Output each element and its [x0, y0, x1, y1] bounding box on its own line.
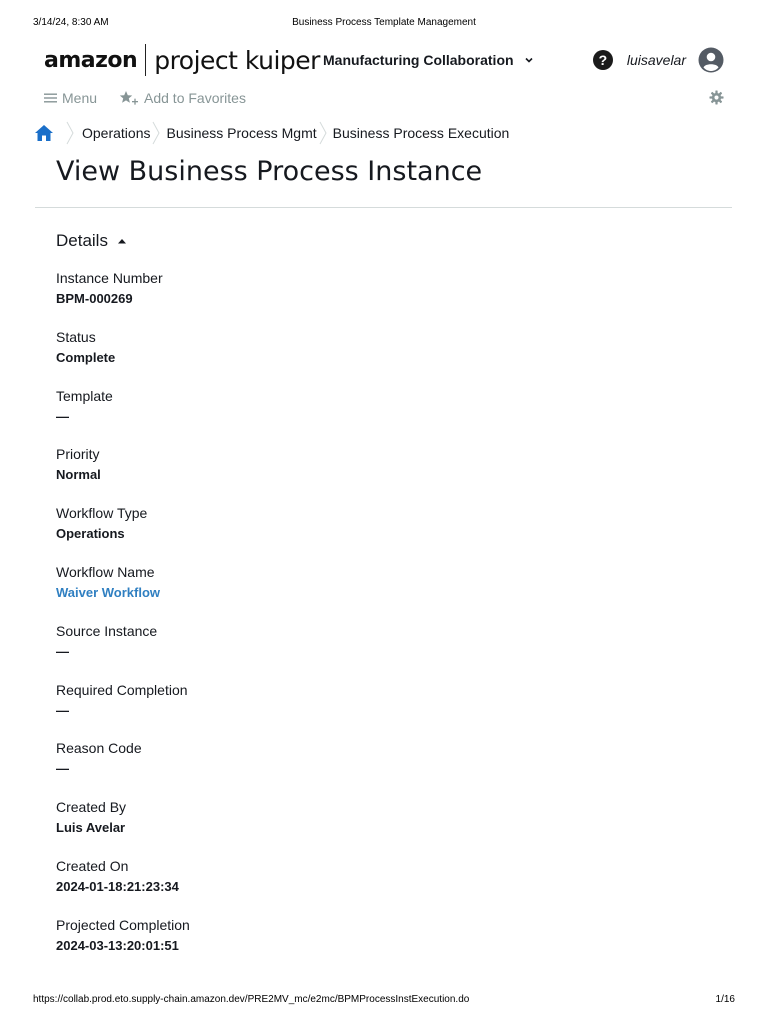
field-created-on: Created On 2024-01-18:21:23:34 — [56, 856, 456, 915]
print-title: Business Process Template Management — [292, 17, 476, 28]
star-plus-icon — [119, 91, 138, 105]
print-page-number: 1/16 — [715, 994, 735, 1005]
field-value: Operations — [56, 526, 125, 542]
amazon-project-kuiper-logo[interactable]: amazon project kuiper — [44, 40, 320, 80]
field-value: BPM-000269 — [56, 291, 133, 306]
field-reason-code: Reason Code — — [56, 738, 456, 797]
field-workflow-type: Workflow Type Operations — [56, 503, 456, 562]
field-label: Reason Code — [56, 740, 142, 757]
field-value: — — [56, 761, 69, 777]
home-icon[interactable] — [34, 124, 54, 142]
logo-amazon-text: amazon — [44, 47, 138, 73]
title-divider — [35, 207, 732, 208]
logo-divider — [145, 44, 147, 76]
field-workflow-name: Workflow Name Waiver Workflow — [56, 562, 456, 621]
breadcrumb-item-business-process-mgmt[interactable]: Business Process Mgmt — [166, 125, 316, 141]
favorites-label: Add to Favorites — [144, 90, 246, 106]
print-header: 3/14/24, 8:30 AM Business Process Templa… — [33, 17, 735, 31]
field-label: Created By — [56, 799, 127, 816]
question-circle-icon[interactable]: ? — [592, 50, 613, 70]
gear-icon[interactable] — [709, 90, 724, 105]
field-value: Complete — [56, 349, 116, 365]
field-label: Workflow Name — [56, 563, 155, 580]
field-template: Template — — [56, 386, 456, 445]
breadcrumb-separator-icon — [319, 121, 327, 145]
add-to-favorites-button[interactable]: Add to Favorites — [119, 86, 246, 110]
workflow-name-link[interactable]: Waiver Workflow — [56, 582, 456, 604]
field-label: Template — [56, 387, 113, 404]
menu-label: Menu — [62, 90, 98, 106]
user-area: ? luisavelar — [592, 40, 724, 80]
field-required-completion: Required Completion — — [56, 680, 456, 739]
field-label: Projected Completion — [56, 916, 190, 933]
username[interactable]: luisavelar — [627, 52, 686, 68]
field-label: Created On — [56, 857, 129, 874]
caret-up-icon — [117, 239, 126, 244]
page-title: View Business Process Instance — [56, 156, 483, 187]
field-label: Required Completion — [56, 681, 188, 698]
field-label: Instance Number — [56, 270, 163, 286]
field-label: Workflow Type — [56, 505, 148, 522]
breadcrumb-item-business-process-execution[interactable]: Business Process Execution — [333, 125, 510, 141]
field-status: Status Complete — [56, 327, 456, 386]
field-value: 2024-03-13:20:01:51 — [56, 937, 179, 953]
logo-product-text: project kuiper — [154, 45, 320, 75]
details-field-list: Instance Number BPM-000269 Status Comple… — [56, 268, 456, 974]
field-label: Source Instance — [56, 622, 158, 639]
breadcrumb: Operations Business Process Mgmt Busines… — [34, 120, 509, 146]
secondary-toolbar: Menu Add to Favorites — [44, 86, 724, 110]
field-priority: Priority Normal — [56, 444, 456, 503]
field-value: — — [56, 643, 69, 659]
field-value: — — [56, 702, 69, 718]
print-url: https://collab.prod.eto.supply-chain.ama… — [33, 994, 470, 1005]
user-circle-icon[interactable] — [698, 47, 724, 73]
breadcrumb-separator-icon — [66, 121, 74, 145]
field-source-instance: Source Instance — — [56, 621, 456, 680]
field-instance-number: Instance Number BPM-000269 — [56, 268, 456, 327]
details-section-title: Details — [56, 231, 108, 250]
print-footer: https://collab.prod.eto.supply-chain.ama… — [33, 994, 735, 1008]
field-projected-completion: Projected Completion 2024-03-13:20:01:51 — [56, 915, 456, 974]
breadcrumb-item-operations[interactable]: Operations — [82, 125, 150, 141]
field-label: Status — [56, 328, 96, 345]
details-section-toggle[interactable]: Details — [56, 229, 127, 253]
breadcrumb-separator-icon — [153, 121, 161, 145]
field-value: — — [56, 408, 69, 424]
field-label: Priority — [56, 446, 100, 463]
menu-button[interactable]: Menu — [44, 86, 97, 110]
field-created-by: Created By Luis Avelar — [56, 797, 456, 856]
top-navigation-bar: amazon project kuiper Manufacturing Coll… — [44, 40, 724, 80]
project-selector-dropdown[interactable]: Manufacturing Collaboration — [323, 40, 534, 80]
field-value: 2024-01-18:21:23:34 — [56, 878, 179, 894]
field-value: Luis Avelar — [56, 820, 126, 836]
hamburger-icon — [44, 93, 57, 103]
project-selector-label: Manufacturing Collaboration — [323, 52, 514, 68]
field-value: Normal — [56, 467, 101, 483]
chevron-down-icon — [524, 57, 533, 63]
